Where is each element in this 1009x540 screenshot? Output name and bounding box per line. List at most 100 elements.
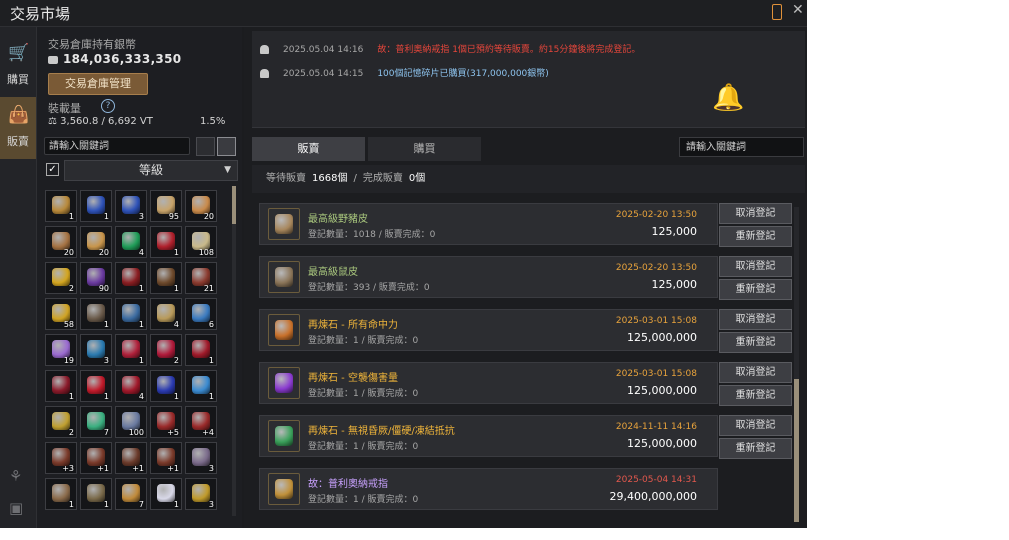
inventory-slot[interactable]: 1 [80,190,112,222]
inventory-slot[interactable]: +3 [45,442,77,474]
tab-sell[interactable]: 👜 販賣 [0,97,36,159]
listing-row[interactable]: 最高級鼠皮 登記數量：393 / 販賣完成：0 2025-02-20 13:50 12… [259,256,718,298]
item-count: 90 [98,284,109,293]
close-icon[interactable]: ✕ [792,2,804,18]
listing-search-input[interactable]: 請輸入關鍵詞 [679,137,804,157]
item-count: 1 [138,284,144,293]
inventory-slot[interactable]: +1 [80,442,112,474]
inventory-slot[interactable]: 1 [115,334,147,366]
inventory-slot[interactable]: 100 [115,406,147,438]
tree-icon[interactable]: ⚘ [9,467,22,485]
listing-name: 最高級鼠皮 [308,267,358,278]
inventory-slot[interactable]: 1 [150,370,182,402]
relist-button[interactable]: 重新登記 [719,438,792,459]
cancel-listing-button[interactable]: 取消登記 [719,256,792,277]
scroll-thumb[interactable] [232,186,236,224]
grade-checkbox[interactable]: ✓ [46,163,59,176]
relist-button[interactable]: 重新登記 [719,385,792,406]
listing-row[interactable]: 再煉石 - 空襲傷害量 登記數量：1 / 販賣完成：0 2025-03-01 15:… [259,362,718,404]
listing-row[interactable]: 再煉石 - 所有命中力 登記數量：1 / 販賣完成：0 2025-03-01 15:… [259,309,718,351]
listing-price: 125,000 [651,278,698,291]
inventory-slot[interactable]: 4 [115,226,147,258]
inventory-slot[interactable]: 19 [45,334,77,366]
cancel-listing-button[interactable]: 取消登記 [719,415,792,436]
inventory-slot[interactable]: +4 [185,406,217,438]
cancel-listing-button[interactable]: 取消登記 [719,309,792,330]
inventory-scrollbar[interactable] [232,186,236,516]
sell-panel: 2025.05.04 14:16 故：普利奧納戒指 1個已預約等待販賣。約15分鐘… [244,27,807,528]
inventory-slot[interactable]: 6 [185,298,217,330]
listing-scrollbar[interactable] [794,207,799,522]
inventory-slot[interactable]: 3 [185,442,217,474]
inventory-slot[interactable]: 21 [185,262,217,294]
inventory-slot[interactable]: 1 [45,190,77,222]
inventory-slot[interactable]: 58 [45,298,77,330]
inventory-slot[interactable]: 1 [45,370,77,402]
inventory-slot[interactable]: 1 [80,478,112,510]
tab-buy[interactable]: 🛒 購買 [0,35,36,97]
inventory-slot[interactable]: 7 [115,478,147,510]
inventory-slot[interactable]: 2 [45,262,77,294]
item-count: 20 [98,248,109,257]
inventory-slot[interactable]: 90 [80,262,112,294]
listing-row[interactable]: 再煉石 - 無視昏厥/僵硬/凍結抵抗 登記數量：1 / 販賣完成：0 2024-11… [259,415,718,457]
cancel-listing-button[interactable]: 取消登記 [719,362,792,383]
listing-row[interactable]: 故：普利奧納戒指 登記數量：1 / 販賣完成：0 2025-05-04 14:31 2… [259,468,718,510]
help-icon[interactable]: ? [101,99,115,113]
relist-button[interactable]: 重新登記 [719,279,792,300]
inventory-slot[interactable]: 1 [80,370,112,402]
item-icon [275,426,293,446]
grade-dropdown[interactable]: 等級 ▼ [64,160,238,181]
inventory-slot[interactable]: 20 [45,226,77,258]
title-bar: 交易市場 ✕ [0,0,807,27]
phone-icon[interactable] [772,4,782,20]
inventory-slot[interactable]: 1 [185,334,217,366]
item-icon [157,340,175,358]
inventory-slot[interactable]: 2 [45,406,77,438]
inventory-slot[interactable]: 3 [185,478,217,510]
listing-row[interactable]: 最高級野豬皮 登記數量：1018 / 販賣完成：0 2025-02-20 13:50… [259,203,718,245]
inventory-slot[interactable]: +1 [150,442,182,474]
tab-buy-list[interactable]: 購買 [368,137,481,161]
inventory-slot[interactable]: 1 [150,262,182,294]
inventory-slot[interactable]: 95 [150,190,182,222]
relist-button[interactable]: 重新登記 [719,226,792,247]
window-title: 交易市場 [10,5,71,23]
inventory-slot[interactable]: +1 [115,442,147,474]
listing-date: 2025-03-01 15:08 [615,316,697,326]
item-icon [157,268,175,286]
inventory-slot[interactable]: +5 [150,406,182,438]
inventory-slot[interactable]: 1 [185,370,217,402]
storage-icon[interactable]: ▣ [9,499,23,517]
inventory-slot[interactable]: 20 [80,226,112,258]
cancel-listing-button[interactable]: 取消登記 [719,203,792,224]
listing-name: 再煉石 - 無視昏厥/僵硬/凍結抵抗 [308,426,455,437]
inventory-slot[interactable]: 1 [80,298,112,330]
inventory-slot[interactable]: 20 [185,190,217,222]
inventory-slot[interactable]: 3 [80,334,112,366]
inventory-slot[interactable]: 1 [115,262,147,294]
inventory-slot[interactable]: 2 [150,334,182,366]
inventory-panel: 交易倉庫持有銀幣 184,036,333,350 交易倉庫管理 裝載量 ? ⚖ … [37,27,242,528]
item-count: 2 [68,428,74,437]
relist-button[interactable]: 重新登記 [719,332,792,353]
tab-sell-list[interactable]: 販賣 [252,137,365,161]
scroll-thumb[interactable] [794,379,799,522]
inventory-slot[interactable]: 108 [185,226,217,258]
inventory-slot[interactable]: 1 [150,478,182,510]
notice-text: 100個記憶碎片已購買(317,000,000銀幣) [377,69,549,79]
inventory-slot[interactable]: 1 [115,298,147,330]
manage-storage-button[interactable]: 交易倉庫管理 [48,73,148,95]
list-view-button[interactable] [196,137,215,156]
inventory-slot[interactable]: 4 [150,298,182,330]
inventory-slot[interactable]: 7 [80,406,112,438]
listing-price: 125,000,000 [627,437,697,450]
inventory-slot[interactable]: 3 [115,190,147,222]
item-count: 1 [103,500,109,509]
inventory-slot[interactable]: 1 [150,226,182,258]
inventory-slot[interactable]: 1 [45,478,77,510]
inventory-search-input[interactable]: 請輸入關鍵詞 [44,137,190,155]
item-icon [52,412,70,430]
inventory-slot[interactable]: 4 [115,370,147,402]
grid-view-button[interactable] [217,137,236,156]
